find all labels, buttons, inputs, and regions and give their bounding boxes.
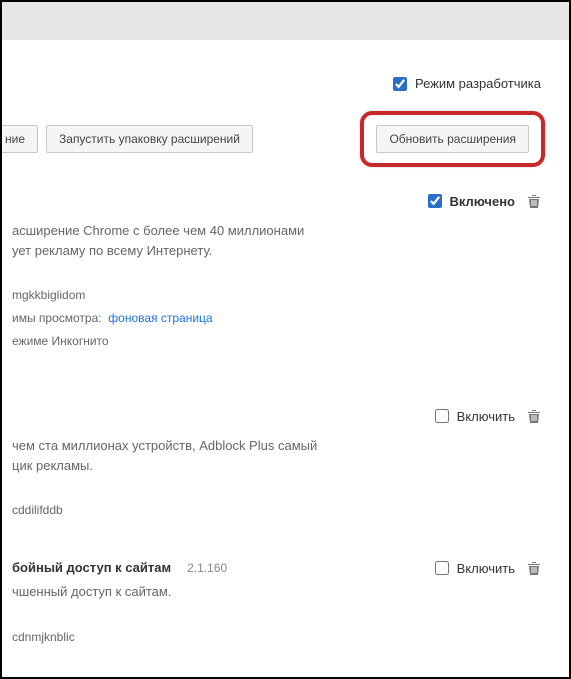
dev-mode-row: Режим разработчика — [2, 40, 569, 91]
enable-checkbox[interactable] — [435, 409, 449, 423]
dev-mode-toggle[interactable]: Режим разработчика — [393, 76, 541, 91]
extension-title-row: бойный доступ к сайтам 2.1.160 — [2, 560, 227, 575]
enable-checkbox[interactable] — [435, 561, 449, 575]
extension-meta: cddilifddb — [2, 475, 541, 522]
enable-toggle[interactable]: Включить — [435, 409, 515, 424]
enable-toggle[interactable]: Включить — [435, 561, 515, 576]
enable-label: Включено — [450, 194, 516, 209]
enable-toggle[interactable]: Включено — [428, 194, 516, 209]
extension-item: Включить чем ста миллионах устройств, Ad… — [2, 402, 569, 522]
desc-line: ует рекламу по всему Интернету. — [12, 241, 352, 261]
extension-id: mgkkbiglidom — [12, 284, 541, 307]
trash-icon[interactable] — [527, 560, 541, 576]
desc-line: цик рекламы. — [12, 456, 352, 476]
desc-line: асширение Chrome с более чем 40 миллиона… — [12, 221, 352, 241]
extension-id: cdnmjknblic — [12, 626, 541, 649]
extension-meta: cdnmjknblic — [2, 602, 541, 649]
trash-icon[interactable] — [527, 408, 541, 424]
extension-description: чшенный доступ к сайтам. — [2, 576, 352, 602]
dev-buttons-row: ние Запустить упаковку расширений Обнови… — [2, 91, 569, 187]
incognito-line: ежиме Инкогнито — [12, 330, 541, 353]
extension-meta: mgkkbiglidom имы просмотра: фоновая стра… — [2, 260, 541, 352]
enable-label: Включить — [457, 561, 515, 576]
window-toolbar — [2, 2, 569, 40]
extension-header: Включено — [2, 187, 541, 221]
highlight-annotation: Обновить расширения — [360, 111, 545, 167]
extension-header: Включить — [2, 402, 541, 436]
pack-extension-button[interactable]: Запустить упаковку расширений — [46, 125, 253, 153]
enable-checkbox[interactable] — [428, 194, 442, 208]
dev-mode-checkbox[interactable] — [393, 77, 407, 91]
desc-line: чшенный доступ к сайтам. — [12, 582, 352, 602]
extension-version: 2.1.160 — [187, 561, 227, 575]
extension-description: асширение Chrome с более чем 40 миллиона… — [2, 221, 352, 260]
views-row: имы просмотра: фоновая страница — [12, 307, 541, 330]
views-prefix: имы просмотра: — [12, 311, 102, 325]
update-extensions-button[interactable]: Обновить расширения — [376, 125, 529, 153]
extension-description: чем ста миллионах устройств, Adblock Plu… — [2, 436, 352, 475]
trash-icon[interactable] — [527, 193, 541, 209]
extension-item: бойный доступ к сайтам 2.1.160 Включить … — [2, 560, 569, 648]
extensions-page: Режим разработчика ние Запустить упаковк… — [2, 40, 569, 648]
enable-label: Включить — [457, 409, 515, 424]
extension-item: Включено асширение Chrome с более чем 40… — [2, 187, 569, 352]
dev-mode-label: Режим разработчика — [415, 76, 541, 91]
extension-title: бойный доступ к сайтам — [12, 560, 171, 575]
extension-id: cddilifddb — [12, 499, 541, 522]
desc-line: чем ста миллионах устройств, Adblock Plu… — [12, 436, 352, 456]
background-page-link[interactable]: фоновая страница — [108, 311, 212, 325]
load-unpacked-button[interactable]: ние — [2, 125, 38, 153]
left-buttons: ние Запустить упаковку расширений — [2, 125, 253, 153]
